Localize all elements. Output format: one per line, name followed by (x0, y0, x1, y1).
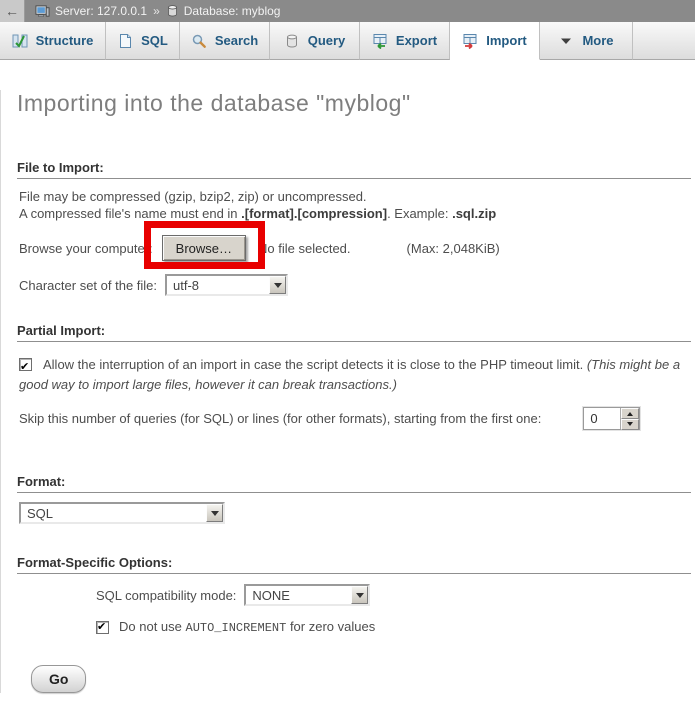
skip-queries-value[interactable]: 0 (584, 408, 620, 429)
auto-increment-row: Do not use AUTO_INCREMENT for zero value… (96, 619, 691, 635)
file-hint-example: .sql.zip (452, 206, 496, 221)
tab-label: More (582, 33, 613, 48)
stepper-buttons (620, 408, 639, 429)
chevron-down-icon (274, 283, 282, 292)
auto-increment-prefix: Do not use (119, 619, 186, 634)
export-icon (372, 33, 388, 49)
select-dropdown-button[interactable] (206, 504, 223, 522)
tab-import[interactable]: Import (450, 22, 540, 60)
go-button[interactable]: Go (31, 665, 86, 693)
query-icon (284, 33, 300, 49)
charset-row: Character set of the file: utf-8 (19, 274, 691, 296)
tab-label: SQL (141, 33, 168, 48)
section-heading-format: Format: (17, 474, 691, 493)
tab-structure[interactable]: Structure (0, 22, 106, 60)
database-icon (166, 4, 179, 18)
tab-export[interactable]: Export (360, 22, 450, 60)
max-size-note: (Max: 2,048KiB) (407, 241, 500, 256)
section-heading-file-to-import: File to Import: (17, 160, 691, 179)
auto-increment-checkbox[interactable] (96, 621, 109, 634)
chevron-down-icon (211, 511, 219, 520)
file-hint-line2-mid: . Example: (387, 206, 452, 221)
charset-select[interactable]: utf-8 (165, 274, 288, 296)
auto-increment-suffix: for zero values (286, 619, 375, 634)
file-hint-line2-prefix: A compressed file's name must end in (19, 206, 241, 221)
back-arrow-button[interactable]: ← (0, 0, 25, 22)
file-hint-text: File may be compressed (gzip, bzip2, zip… (19, 188, 691, 222)
allow-interruption-row: Allow the interruption of an import in c… (19, 355, 687, 395)
sql-compatibility-selected-value: NONE (246, 586, 351, 604)
tab-query[interactable]: Query (270, 22, 360, 60)
tabbar-filler (633, 22, 695, 60)
stepper-down-button[interactable] (621, 419, 639, 430)
auto-increment-text: Do not use AUTO_INCREMENT for zero value… (119, 619, 375, 635)
tab-label: Export (396, 33, 437, 48)
server-icon (35, 4, 50, 19)
tab-sql[interactable]: SQL (106, 22, 180, 60)
file-hint-format-pattern: .[format].[compression] (241, 206, 387, 221)
tab-bar: Structure SQL Search Query (0, 22, 695, 60)
format-selected-value: SQL (21, 504, 206, 522)
breadcrumb-bar: ← Server: 127.0.0.1 » Database: myblog (0, 0, 695, 22)
format-select[interactable]: SQL (19, 502, 225, 524)
breadcrumb-database[interactable]: Database: myblog (184, 4, 281, 18)
breadcrumb-separator: » (153, 4, 160, 18)
stepper-up-button[interactable] (621, 408, 639, 419)
allow-interruption-text: Allow the interruption of an import in c… (43, 357, 587, 372)
skip-queries-stepper[interactable]: 0 (583, 407, 640, 430)
charset-label: Character set of the file: (19, 278, 157, 293)
chevron-down-icon (627, 422, 633, 429)
select-dropdown-button[interactable] (351, 586, 368, 604)
search-icon (191, 33, 207, 49)
browse-button[interactable]: Browse… (162, 235, 246, 261)
file-hint-line1: File may be compressed (gzip, bzip2, zip… (19, 189, 367, 204)
tab-search[interactable]: Search (180, 22, 270, 60)
tab-label: Query (308, 33, 346, 48)
skip-queries-row: Skip this number of queries (for SQL) or… (19, 407, 691, 430)
chevron-down-icon (356, 593, 364, 602)
section-heading-partial-import: Partial Import: (17, 323, 691, 342)
tab-more[interactable]: More (540, 22, 633, 60)
chevron-up-icon (627, 409, 633, 416)
sql-compatibility-select[interactable]: NONE (244, 584, 370, 606)
page-title: Importing into the database "myblog" (17, 90, 691, 117)
sql-icon (117, 33, 133, 49)
structure-icon (12, 33, 28, 49)
sql-compatibility-row: SQL compatibility mode: NONE (96, 584, 691, 606)
chevron-down-icon (558, 33, 574, 49)
tab-label: Structure (36, 33, 94, 48)
breadcrumb-server[interactable]: Server: 127.0.0.1 (55, 4, 147, 18)
allow-interruption-checkbox[interactable] (19, 358, 32, 371)
no-file-selected-text: No file selected. (258, 241, 351, 256)
skip-queries-label: Skip this number of queries (for SQL) or… (19, 411, 541, 426)
back-arrow-icon: ← (5, 3, 19, 19)
browse-row: Browse your computer: Browse… No file se… (19, 235, 691, 261)
section-heading-format-specific-options: Format-Specific Options: (17, 555, 691, 574)
main-content: Importing into the database "myblog" Fil… (0, 90, 695, 693)
select-dropdown-button[interactable] (269, 276, 286, 294)
import-icon (462, 33, 478, 49)
format-row: SQL (19, 502, 691, 524)
tab-label: Import (486, 33, 526, 48)
charset-selected-value: utf-8 (167, 276, 269, 294)
auto-increment-code: AUTO_INCREMENT (186, 621, 287, 635)
browse-label: Browse your computer: (19, 241, 153, 256)
tab-label: Search (215, 33, 258, 48)
sql-compatibility-label: SQL compatibility mode: (96, 588, 236, 603)
